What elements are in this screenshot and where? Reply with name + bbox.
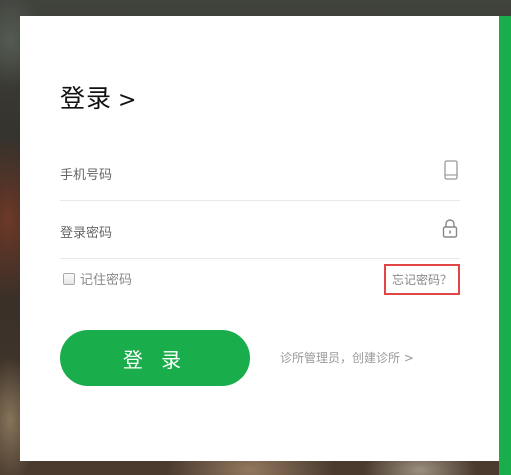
phone-field[interactable]: 手机号码 <box>60 152 460 201</box>
phone-field-label: 手机号码 <box>60 168 113 183</box>
remember-checkbox[interactable] <box>63 272 75 285</box>
login-button[interactable]: 登 录 <box>60 330 250 386</box>
create-clinic-link[interactable]: 诊所管理员，创建诊所 > <box>280 349 414 366</box>
title-arrow: > <box>118 88 138 113</box>
lock-icon <box>442 218 458 242</box>
login-card: 登录 > 手机号码 登录密码 记住密码 忘记密码？ 登 录 诊所管理员，创建诊所 … <box>20 16 499 461</box>
forgot-password-link[interactable]: 忘记密码？ <box>384 264 460 295</box>
login-title: 登录 <box>60 84 113 113</box>
login-heading: 登录 > <box>60 79 137 115</box>
password-field-label: 登录密码 <box>60 226 113 241</box>
phone-icon <box>444 160 458 184</box>
remember-label: 记住密码 <box>80 273 133 288</box>
green-side-bar <box>499 16 511 475</box>
remember-password[interactable]: 记住密码 <box>63 269 132 288</box>
password-field[interactable]: 登录密码 <box>60 210 460 259</box>
